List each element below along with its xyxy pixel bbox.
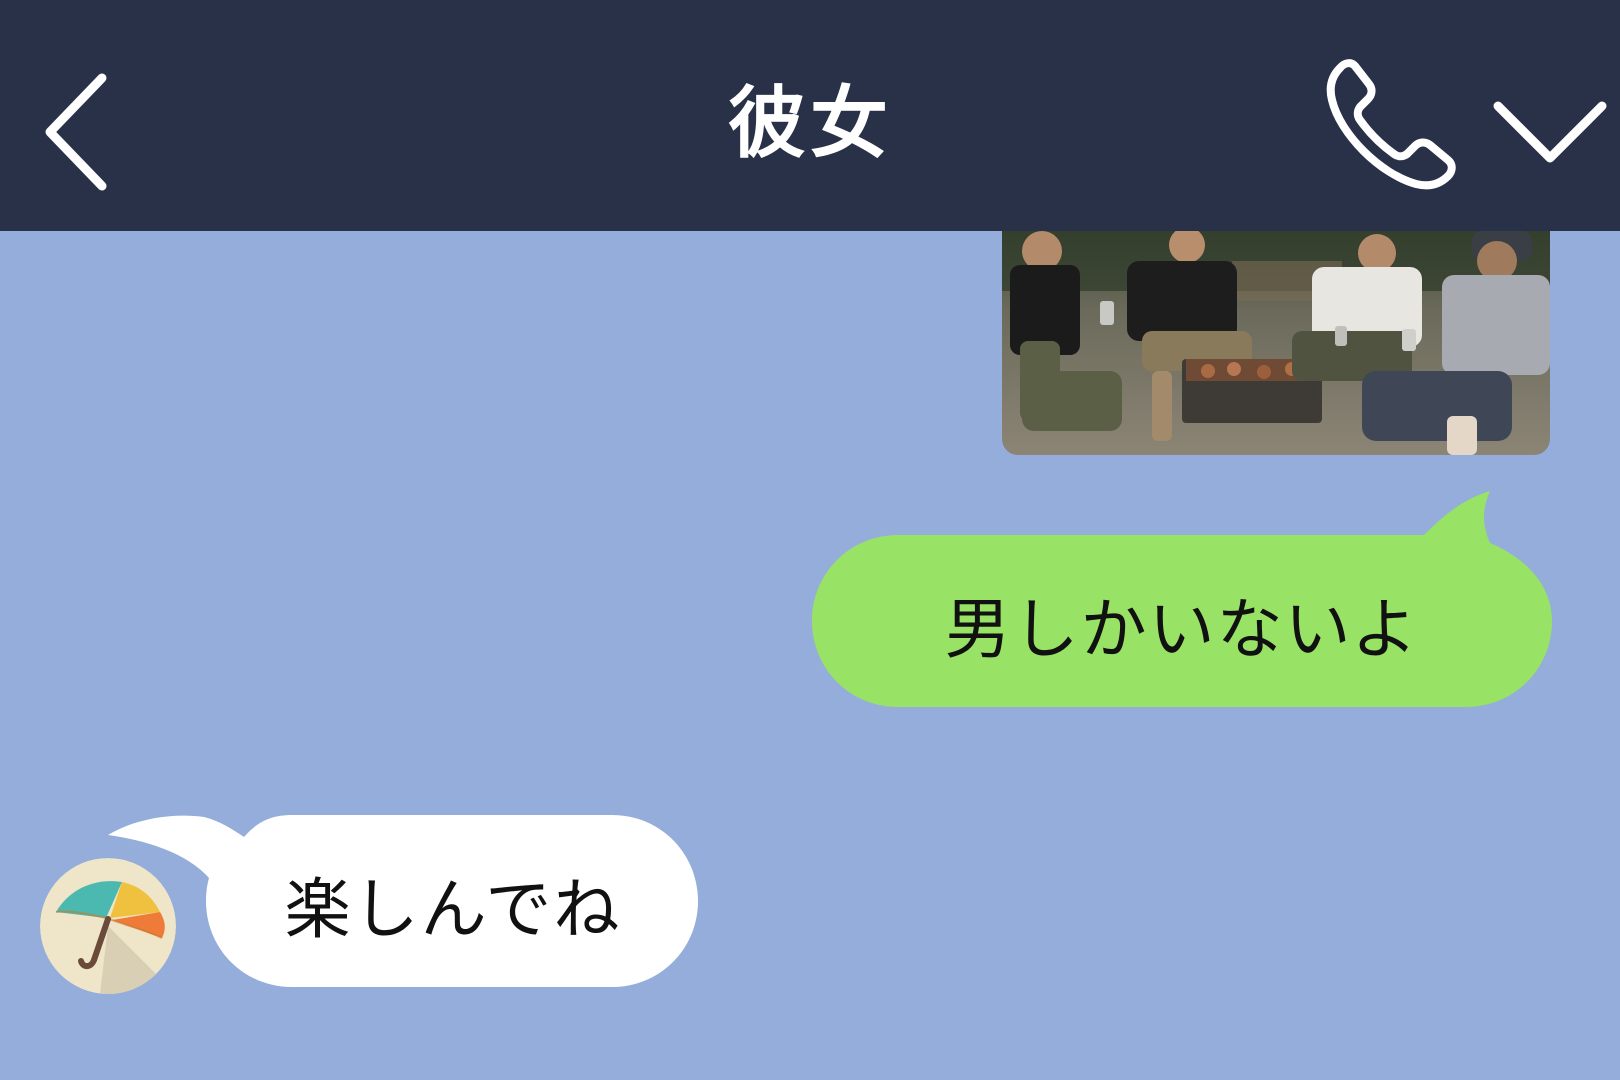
menu-dropdown-button[interactable] [1490,90,1610,180]
campsite-bbq-photo [1002,231,1550,455]
umbrella-icon [40,858,176,994]
chat-area[interactable]: 男しかいないよ 楽しんでね [0,231,1620,1080]
phone-icon [1326,59,1456,190]
call-button[interactable] [1320,50,1470,200]
sent-message-bubble[interactable]: 男しかいないよ [812,491,1552,707]
contact-avatar[interactable] [40,858,176,994]
received-message-text: 楽しんでね [284,871,622,948]
sent-message-text: 男しかいないよ [944,591,1420,668]
received-message-bubble[interactable]: 楽しんでね [108,815,698,987]
sent-image-message[interactable] [1002,231,1550,455]
chevron-down-icon [1493,101,1607,163]
chat-header: 彼女 [0,0,1620,231]
